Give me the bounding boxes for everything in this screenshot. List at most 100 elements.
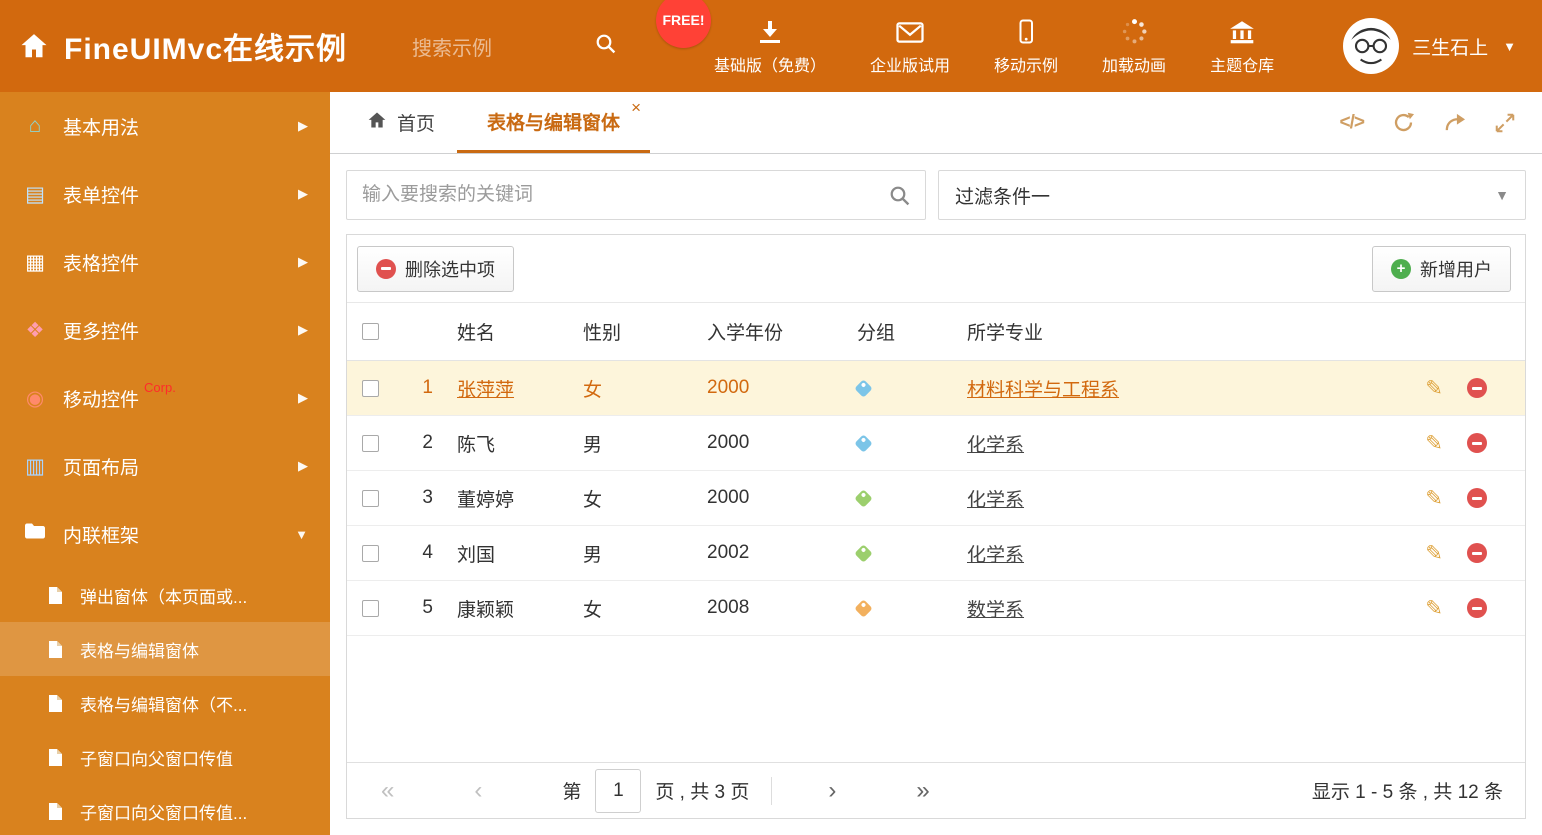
sidebar-subitem-popup-window[interactable]: 弹出窗体（本页面或... <box>0 568 330 622</box>
row-checkbox[interactable] <box>361 599 379 617</box>
delete-icon[interactable] <box>1467 543 1487 563</box>
nav-label: 主题仓库 <box>1210 57 1275 75</box>
table-icon: ▦ <box>25 250 45 274</box>
app-window: FineUIMvc在线示例 搜索示例 FREE! 基础版（免费） 企业版试用 移… <box>0 0 1542 835</box>
minus-circle-icon <box>376 258 396 279</box>
delete-selected-button[interactable]: 删除选中项 <box>357 245 514 292</box>
first-page-icon[interactable]: « <box>381 778 394 803</box>
col-header-gender[interactable]: 性别 <box>573 318 697 345</box>
tab-grid-edit-window[interactable]: 表格与编辑窗体 × <box>457 92 651 153</box>
sidebar-subitem-child-to-parent-2[interactable]: 子窗口向父窗口传值... <box>0 784 330 835</box>
filter-row: 过滤条件一 ▼ <box>346 170 1526 220</box>
username: 三生石上 <box>1412 37 1489 59</box>
nav-theme-store[interactable]: 主题仓库 <box>1210 17 1274 76</box>
home-icon <box>18 31 50 61</box>
delete-icon[interactable] <box>1467 433 1487 453</box>
mobile-icon: ◉ <box>25 386 45 410</box>
sidebar-item-mobile-controls[interactable]: ◉ 移动控件 Corp. ▶ <box>0 364 330 432</box>
col-header-group[interactable]: 分组 <box>837 318 949 345</box>
avatar <box>1343 18 1400 74</box>
sidebar-item-more-controls[interactable]: ❖ 更多控件 ▶ <box>0 296 330 364</box>
table-row[interactable]: 4 刘国 男 2002 化学系 ✎ <box>347 526 1525 581</box>
nav-mobile-demo[interactable]: 移动示例 <box>994 17 1058 76</box>
year-cell: 2002 <box>707 542 750 563</box>
chevron-right-icon: ▶ <box>298 254 308 269</box>
mobile-icon <box>1013 17 1039 45</box>
col-header-major[interactable]: 所学专业 <box>949 318 1375 345</box>
edit-icon[interactable]: ✎ <box>1425 433 1443 454</box>
edit-icon[interactable]: ✎ <box>1425 378 1443 399</box>
year-cell: 2000 <box>707 377 750 398</box>
close-icon[interactable]: × <box>631 99 641 116</box>
gender-cell: 女 <box>583 489 603 511</box>
sidebar-item-page-layout[interactable]: ▥ 页面布局 ▶ <box>0 432 330 500</box>
row-number: 2 <box>422 432 433 453</box>
user-menu[interactable]: 三生石上 ▼ <box>1343 18 1542 74</box>
row-checkbox[interactable] <box>361 434 379 452</box>
sidebar-subitem-child-to-parent[interactable]: 子窗口向父窗口传值 <box>0 730 330 784</box>
sidebar-item-basic-usage[interactable]: ⌂ 基本用法 ▶ <box>0 92 330 160</box>
major-link[interactable]: 化学系 <box>967 490 1024 511</box>
edit-icon[interactable]: ✎ <box>1425 598 1443 619</box>
delete-icon[interactable] <box>1467 378 1487 398</box>
student-name: 董婷婷 <box>457 489 515 511</box>
home-icon <box>366 110 388 136</box>
edit-icon[interactable]: ✎ <box>1425 543 1443 564</box>
major-link[interactable]: 化学系 <box>967 435 1024 456</box>
file-icon <box>48 748 70 767</box>
nav-enterprise-trial[interactable]: 企业版试用 <box>870 17 950 76</box>
header-search[interactable]: 搜索示例 <box>412 32 618 61</box>
nav-loading-anim[interactable]: 加载动画 <box>1102 17 1166 76</box>
row-checkbox[interactable] <box>361 544 379 562</box>
file-icon <box>48 586 70 605</box>
student-name: 刘国 <box>457 544 496 566</box>
row-checkbox[interactable] <box>361 379 379 397</box>
prev-page-icon[interactable]: ‹ <box>474 778 482 803</box>
grid-panel: 删除选中项 + 新增用户 姓名 性别 入学年份 分组 所学专业 1 张萍萍 女 … <box>346 234 1526 819</box>
nav-basic-free[interactable]: FREE! 基础版（免费） <box>656 0 826 76</box>
sidebar-item-grid-controls[interactable]: ▦ 表格控件 ▶ <box>0 228 330 296</box>
bank-icon <box>1228 17 1256 45</box>
search-icon[interactable] <box>888 184 912 213</box>
next-page-icon[interactable]: › <box>828 778 836 803</box>
tab-home[interactable]: 首页 <box>344 92 457 153</box>
major-link[interactable]: 化学系 <box>967 545 1024 566</box>
sidebar-item-form-controls[interactable]: ▤ 表单控件 ▶ <box>0 160 330 228</box>
delete-icon[interactable] <box>1467 488 1487 508</box>
sidebar-subitem-grid-edit-window-2[interactable]: 表格与编辑窗体（不... <box>0 676 330 730</box>
share-icon[interactable] <box>1443 111 1466 134</box>
table-row[interactable]: 1 张萍萍 女 2000 材料科学与工程系 ✎ <box>347 361 1525 416</box>
sidebar-subitem-grid-edit-window[interactable]: 表格与编辑窗体 <box>0 622 330 676</box>
last-page-icon[interactable]: » <box>916 778 929 803</box>
gender-cell: 男 <box>583 544 603 566</box>
free-badge: FREE! <box>656 0 711 48</box>
chevron-down-icon: ▼ <box>1495 187 1509 203</box>
chevron-right-icon: ▶ <box>298 186 308 201</box>
select-all-checkbox[interactable] <box>361 323 379 340</box>
table-row[interactable]: 2 陈飞 男 2000 化学系 ✎ <box>347 416 1525 471</box>
home-icon: ⌂ <box>28 114 42 137</box>
brand[interactable]: FineUIMvc在线示例 <box>0 24 412 68</box>
plus-circle-icon: + <box>1391 258 1411 279</box>
row-checkbox[interactable] <box>361 489 379 507</box>
add-user-button[interactable]: + 新增用户 <box>1372 245 1511 292</box>
filter-dropdown-value: 过滤条件一 <box>955 186 1051 208</box>
delete-icon[interactable] <box>1467 598 1487 618</box>
fullscreen-icon[interactable] <box>1494 112 1516 134</box>
refresh-icon[interactable] <box>1392 111 1415 134</box>
page-number-input[interactable] <box>595 768 642 813</box>
source-code-icon[interactable]: </> <box>1340 112 1366 134</box>
filter-dropdown[interactable]: 过滤条件一 ▼ <box>938 170 1526 220</box>
major-link[interactable]: 材料科学与工程系 <box>967 380 1119 401</box>
student-name-link[interactable]: 张萍萍 <box>457 380 514 401</box>
year-cell: 2008 <box>707 597 750 618</box>
col-header-name[interactable]: 姓名 <box>445 318 573 345</box>
table-row[interactable]: 5 康颖颖 女 2008 数学系 ✎ <box>347 581 1525 636</box>
major-link[interactable]: 数学系 <box>967 600 1024 621</box>
table-row[interactable]: 3 董婷婷 女 2000 化学系 ✎ <box>347 471 1525 526</box>
col-header-year[interactable]: 入学年份 <box>697 318 837 345</box>
sidebar-item-inline-frame[interactable]: 内联框架 ▼ <box>0 500 330 568</box>
keyword-search-input[interactable] <box>347 171 925 219</box>
gender-cell: 男 <box>583 434 603 456</box>
edit-icon[interactable]: ✎ <box>1425 488 1443 509</box>
